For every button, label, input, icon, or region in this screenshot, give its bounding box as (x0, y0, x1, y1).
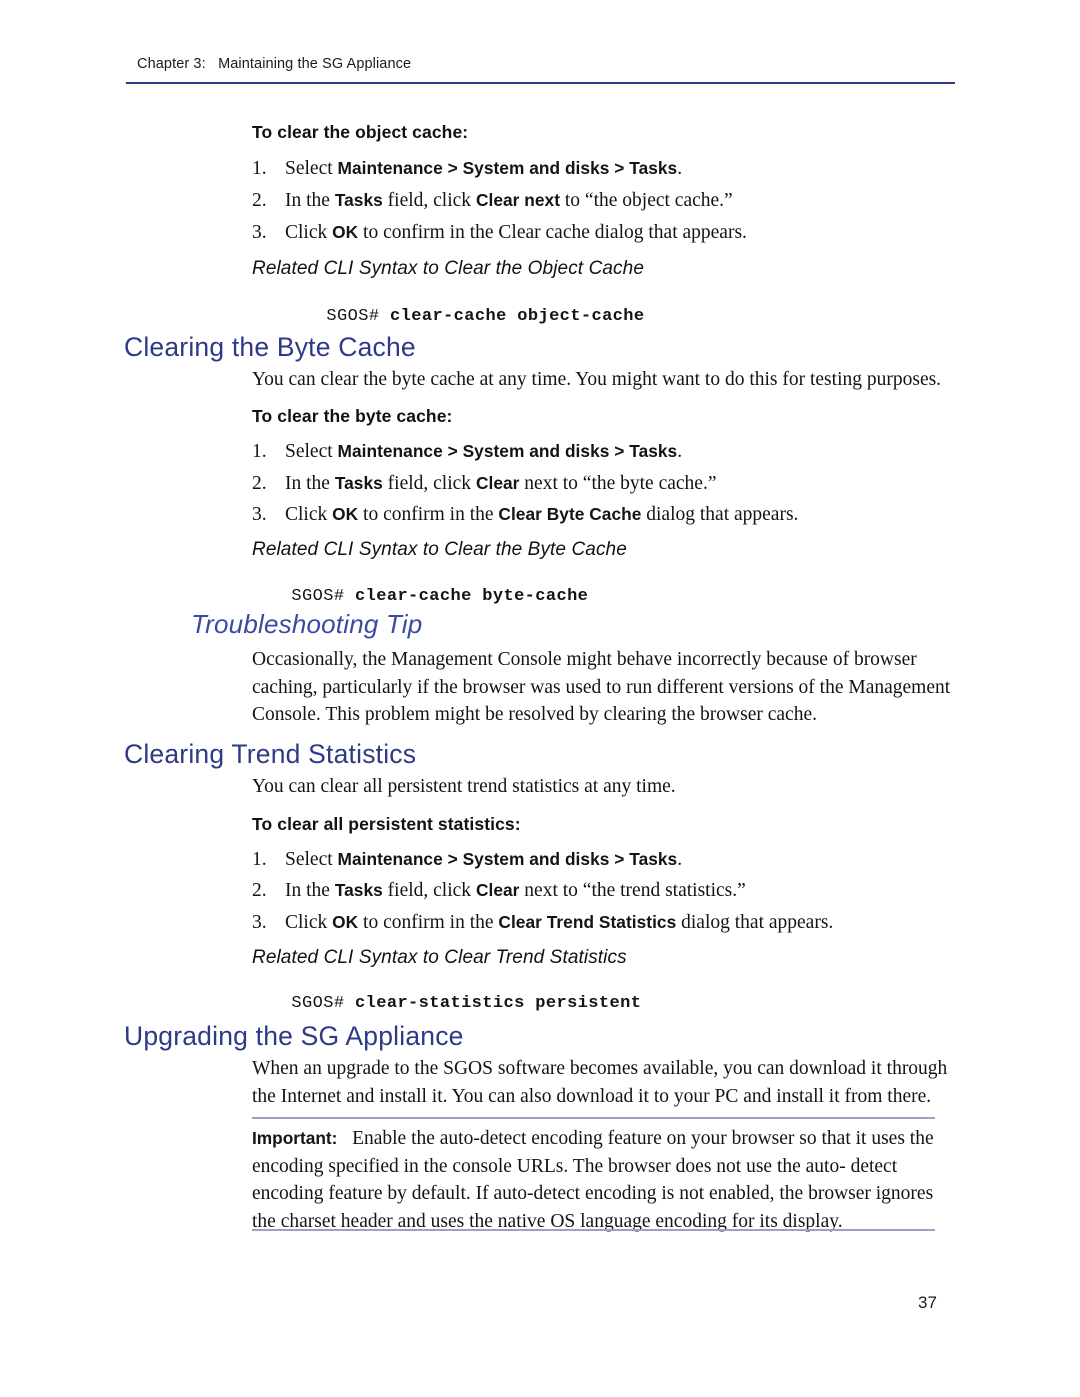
cli-prompt: SGOS# (291, 587, 356, 606)
heading-upgrading-sg-appliance: Upgrading the SG Appliance (124, 1021, 464, 1051)
step-item: 2. In the Tasks field, click Clear next t… (252, 187, 964, 214)
step-number: 2. (252, 473, 267, 494)
running-header: Chapter 3: Maintaining the SG Appliance (137, 55, 957, 73)
page-number: 37 (918, 1293, 937, 1312)
cli-prompt: SGOS# (326, 307, 391, 326)
step-text: Select Maintenance > System and disks > … (285, 158, 683, 179)
header-divider-rule (126, 82, 955, 84)
step-text: Select Maintenance > System and disks > … (285, 849, 683, 870)
callout-text: Enable the auto-detect encoding feature … (252, 1128, 934, 1232)
cli-syntax-title: Related CLI Syntax to Clear the Object C… (252, 258, 644, 279)
intro-trend-statistics: You can clear all persistent trend stati… (252, 776, 676, 797)
callout-top-rule (252, 1117, 935, 1119)
step-text: Click OK to confirm in the Clear Byte Ca… (285, 504, 799, 525)
step-item: 1. Select Maintenance > System and disks … (252, 438, 964, 465)
step-text: Click OK to confirm in the Clear cache d… (285, 222, 747, 243)
heading-clearing-byte-cache: Clearing the Byte Cache (124, 332, 416, 362)
step-number: 1. (252, 158, 267, 179)
cli-prompt: SGOS# (291, 994, 356, 1013)
cli-syntax-title: Related CLI Syntax to Clear the Byte Cac… (252, 539, 627, 560)
step-text: Click OK to confirm in the Clear Trend S… (285, 912, 834, 933)
step-item: 2. In the Tasks field, click Clear next t… (252, 470, 964, 497)
step-text: In the Tasks field, click Clear next to … (285, 473, 717, 494)
intro-byte-cache: You can clear the byte cache at any time… (252, 369, 942, 390)
header-chapter-text: Chapter 3: Maintaining the SG Appliance (137, 56, 412, 72)
step-text: In the Tasks field, click Clear next to … (285, 190, 733, 211)
step-number: 2. (252, 190, 267, 211)
lead-in-byte-cache: To clear the byte cache: (252, 406, 453, 426)
cli-command: clear-cache object-cache (390, 307, 645, 326)
paragraph-troubleshooting: Occasionally, the Management Console mig… (252, 649, 951, 725)
step-item: 3. Click OK to confirm in the Clear Byte … (252, 501, 964, 528)
cli-syntax-title: Related CLI Syntax to Clear Trend Statis… (252, 947, 627, 968)
step-item: 1. Select Maintenance > System and disks … (252, 846, 964, 873)
cli-command: clear-statistics persistent (355, 994, 642, 1013)
step-item: 3. Click OK to confirm in the Clear cache… (252, 219, 964, 246)
important-callout: Important: Enable the auto-detect encodi… (252, 1125, 952, 1235)
heading-troubleshooting-tip: Troubleshooting Tip (191, 609, 423, 639)
step-number: 3. (252, 912, 267, 933)
step-item: 1. Select Maintenance > System and disks … (252, 155, 964, 182)
lead-in-object-cache: To clear the object cache: (252, 122, 469, 142)
callout-gap (337, 1128, 352, 1149)
lead-in-trend-statistics: To clear all persistent statistics: (252, 814, 521, 834)
paragraph-upgrading: When an upgrade to the SGOS software bec… (252, 1058, 948, 1107)
step-number: 2. (252, 880, 267, 901)
step-item: 3. Click OK to confirm in the Clear Trend… (252, 909, 964, 936)
step-text: Select Maintenance > System and disks > … (285, 441, 683, 462)
step-number: 1. (252, 849, 267, 870)
step-number: 3. (252, 504, 267, 525)
step-item: 2. In the Tasks field, click Clear next t… (252, 877, 964, 904)
callout-label: Important: (252, 1128, 338, 1148)
step-number: 1. (252, 441, 267, 462)
step-text: In the Tasks field, click Clear next to … (285, 880, 746, 901)
callout-bottom-rule (252, 1229, 935, 1231)
heading-clearing-trend-statistics: Clearing Trend Statistics (124, 739, 417, 769)
step-number: 3. (252, 222, 267, 243)
document-page: Chapter 3: Maintaining the SG Appliance … (0, 0, 1080, 1397)
cli-command: clear-cache byte-cache (355, 587, 589, 606)
